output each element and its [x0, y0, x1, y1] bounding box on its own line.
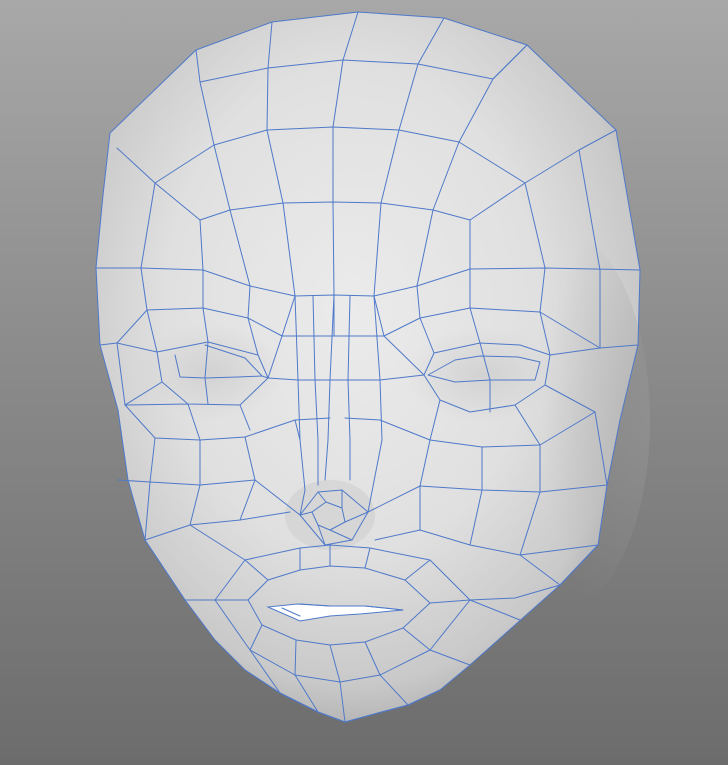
face-mesh-render — [95, 11, 650, 723]
3d-viewport[interactable] — [0, 0, 728, 765]
eye-socket-left — [135, 324, 285, 420]
